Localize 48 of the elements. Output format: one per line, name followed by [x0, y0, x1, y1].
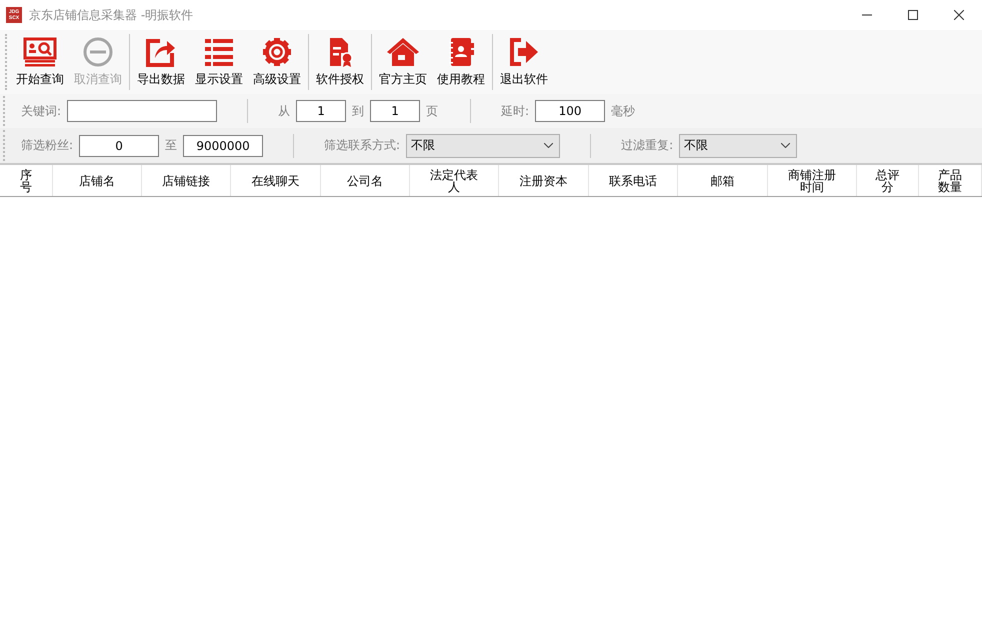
- toolbar-button[interactable]: 使用教程: [432, 30, 490, 94]
- dedupe-label: 过滤重复:: [621, 137, 674, 154]
- from-label: 从: [278, 102, 290, 120]
- delay-field[interactable]: 100: [535, 100, 606, 122]
- toolbar-button[interactable]: 导出数据: [132, 30, 190, 94]
- dedupe-dropdown[interactable]: 不限: [679, 134, 798, 158]
- close-icon[interactable]: [954, 10, 964, 20]
- keyword-label: 关键词:: [21, 102, 62, 120]
- max-fans-field[interactable]: 9000000: [183, 134, 264, 156]
- range-label: 至: [165, 137, 178, 154]
- column-header[interactable]: 产品数量: [919, 165, 982, 196]
- column-header[interactable]: 法定代表人: [410, 165, 499, 196]
- home-icon: [386, 36, 420, 66]
- column-header[interactable]: 联系电话: [589, 165, 678, 196]
- contact-label: 筛选联系方式:: [324, 137, 400, 154]
- column-header[interactable]: 序号: [0, 165, 53, 196]
- column-header[interactable]: 注册资本: [499, 165, 589, 196]
- toolbar-button[interactable]: 官方主页: [374, 30, 432, 94]
- min-fans-field[interactable]: 0: [79, 134, 160, 156]
- caret-icon: [781, 143, 790, 148]
- keyword-field[interactable]: [67, 100, 218, 122]
- toolbar-button[interactable]: 高级设置: [248, 30, 306, 94]
- column-header[interactable]: 总评分: [857, 165, 919, 196]
- column-header[interactable]: 邮箱: [678, 165, 768, 196]
- column-header[interactable]: 在线聊天: [231, 165, 321, 196]
- column-header[interactable]: 商铺注册时间: [768, 165, 857, 196]
- contact-dropdown[interactable]: 不限: [406, 134, 560, 158]
- fans-label: 筛选粉丝:: [21, 137, 74, 154]
- toolbar-button[interactable]: 软件授权: [311, 30, 369, 94]
- page-label: 页: [426, 102, 438, 120]
- column-header[interactable]: 店铺链接: [142, 165, 231, 196]
- toolbar-button[interactable]: 开始查询: [11, 30, 69, 94]
- to-label: 到: [352, 102, 364, 120]
- column-header[interactable]: 店铺名: [53, 165, 142, 196]
- window-title: 京东店铺信息采集器 -明振软件: [29, 6, 194, 24]
- end-page-field[interactable]: 1: [370, 100, 420, 122]
- cancel-icon: [81, 36, 115, 66]
- delay-label: 延时:: [501, 102, 530, 120]
- unit-label: 毫秒: [611, 102, 636, 120]
- toolbar-button[interactable]: 退出软件: [495, 30, 553, 94]
- list-icon: [202, 36, 236, 66]
- column-header[interactable]: 公司名: [321, 165, 410, 196]
- caret-icon: [544, 143, 554, 148]
- search-card-icon: [23, 36, 57, 66]
- maximize-icon[interactable]: [908, 10, 918, 20]
- settings-icon: [260, 36, 294, 66]
- toolbar-button[interactable]: 显示设置: [190, 30, 248, 94]
- start-page-field[interactable]: 1: [296, 100, 346, 122]
